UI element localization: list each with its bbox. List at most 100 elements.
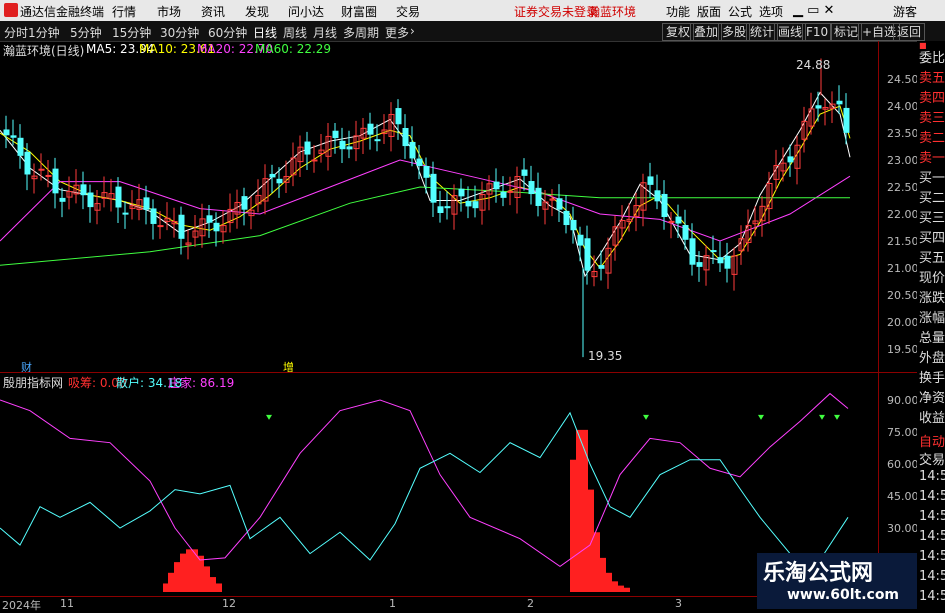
quote-row[interactable]: 涨跌 xyxy=(919,287,945,306)
kline-pane[interactable]: 瀚蓝环境(日线) MA5: 23.94 MA10: 23.61 MA20: 22… xyxy=(0,41,919,374)
guest-label[interactable]: 游客 xyxy=(893,3,917,20)
signal-marker xyxy=(834,414,840,420)
candle-body xyxy=(17,137,24,156)
period-5min[interactable]: 5分钟 xyxy=(70,24,102,41)
candle-body xyxy=(409,141,416,159)
tool-back[interactable]: 返回 xyxy=(893,23,926,41)
period-tick[interactable]: 分时 xyxy=(4,24,28,41)
candle-body xyxy=(346,146,353,150)
quote-row[interactable]: 卖一 xyxy=(919,147,945,166)
candle-body xyxy=(472,201,479,209)
candle-body xyxy=(521,169,528,176)
indicator-tick: 30.00 xyxy=(887,522,919,535)
menu-wealth[interactable]: 财富圈 xyxy=(341,3,377,20)
candle-body xyxy=(276,178,283,184)
period-weekly[interactable]: 周线 xyxy=(283,24,307,41)
candle-body xyxy=(150,208,157,224)
quote-row[interactable]: 委比 xyxy=(919,47,945,66)
candle-body xyxy=(661,193,668,218)
candle-body xyxy=(87,192,94,208)
menu-options[interactable]: 选项 xyxy=(759,3,783,20)
quote-row[interactable]: 净资 xyxy=(919,387,945,406)
quote-row[interactable]: 涨幅 xyxy=(919,307,945,326)
quote-row[interactable]: 卖二 xyxy=(919,127,945,146)
chevron-down-icon[interactable]: › xyxy=(410,24,415,38)
menu-hq[interactable]: 行情 xyxy=(112,3,136,20)
accumulate-bar xyxy=(180,553,186,592)
quote-row[interactable]: 卖四 xyxy=(919,87,945,106)
accumulate-bar xyxy=(576,429,582,592)
period-30min[interactable]: 30分钟 xyxy=(160,24,199,41)
price-tick: 19.50 xyxy=(887,343,919,356)
candle-body xyxy=(122,212,129,215)
candle-body xyxy=(815,105,822,109)
indicator-tick: 90.00 xyxy=(887,394,919,407)
quote-row[interactable]: 买五 xyxy=(919,247,945,266)
candle-body xyxy=(654,190,661,202)
indicator-tick: 75.00 xyxy=(887,426,919,439)
menu-market[interactable]: 市场 xyxy=(157,3,181,20)
price-tick: 24.50 xyxy=(887,73,919,86)
quote-row[interactable]: 买四 xyxy=(919,227,945,246)
menu-formula[interactable]: 公式 xyxy=(728,3,752,20)
candle-body xyxy=(556,198,563,210)
accumulate-bar xyxy=(174,562,180,592)
menu-discover[interactable]: 发现 xyxy=(245,3,269,20)
indicator-tick: 45.00 xyxy=(887,490,919,503)
quote-row[interactable]: 换手 xyxy=(919,367,945,386)
quote-row[interactable]: 现价 xyxy=(919,267,945,286)
candle-body xyxy=(24,151,31,175)
period-toolbar: 分时 1分钟 5分钟 15分钟 30分钟 60分钟 日线 周线 月线 多周期 更… xyxy=(0,21,945,42)
accumulate-bar xyxy=(186,549,192,592)
quote-row[interactable]: 卖三 xyxy=(919,107,945,126)
window-controls[interactable]: ▁ ▭ ✕ xyxy=(793,3,834,18)
accumulate-bar xyxy=(168,572,174,592)
period-60min[interactable]: 60分钟 xyxy=(208,24,247,41)
tick-time: 14:56 xyxy=(919,589,945,604)
period-15min[interactable]: 15分钟 xyxy=(112,24,151,41)
accumulate-bar xyxy=(624,587,630,592)
candle-body xyxy=(157,225,164,228)
indicator-chart xyxy=(0,392,849,592)
date-axis: 2024年 11 12 1 2 3 xyxy=(0,596,878,612)
indicator-pane[interactable]: 殷朋指标网 吸筹: 0.00 散户: 34.18 庄家: 86.19 90.00… xyxy=(0,373,919,595)
candle-body xyxy=(535,187,542,206)
candle-body xyxy=(717,257,724,264)
signal-marker xyxy=(266,414,272,420)
menu-function[interactable]: 功能 xyxy=(666,3,690,20)
menu-news[interactable]: 资讯 xyxy=(201,3,225,20)
auto-trade-tab[interactable]: 自动 xyxy=(919,431,945,450)
period-daily[interactable]: 日线 xyxy=(253,24,277,41)
quote-row[interactable]: 外盘 xyxy=(919,347,945,366)
candle-body xyxy=(528,181,535,195)
quote-row[interactable]: 收益 xyxy=(919,407,945,426)
period-1min[interactable]: 1分钟 xyxy=(28,24,60,41)
menu-layout[interactable]: 版面 xyxy=(697,3,721,20)
candle-body xyxy=(465,200,472,207)
candle-body xyxy=(563,210,570,226)
stock-notice: 瀚蓝环境 xyxy=(588,5,637,19)
date-label: 2 xyxy=(527,597,534,610)
period-multi[interactable]: 多周期 xyxy=(343,24,379,41)
period-monthly[interactable]: 月线 xyxy=(313,24,337,41)
price-tick: 23.00 xyxy=(887,154,919,167)
quote-row[interactable]: 买三 xyxy=(919,207,945,226)
dealer-line xyxy=(0,392,849,568)
quote-row[interactable]: 总量 xyxy=(919,327,945,346)
date-label: 11 xyxy=(60,597,74,610)
candle-body xyxy=(115,186,122,208)
tool-f10[interactable]: F10 xyxy=(802,23,833,41)
quote-row[interactable]: 买一 xyxy=(919,167,945,186)
period-more[interactable]: 更多 xyxy=(385,24,409,41)
menu-trade[interactable]: 交易 xyxy=(396,3,420,20)
trade-tab[interactable]: 交易 xyxy=(919,449,945,468)
ma60-line xyxy=(0,186,850,266)
login-notice[interactable]: 证券交易未登录 xyxy=(514,3,598,20)
quote-row[interactable]: 卖五 xyxy=(919,67,945,86)
quote-row[interactable]: 买二 xyxy=(919,187,945,206)
menu-xiaoda[interactable]: 问小达 xyxy=(288,3,324,20)
accumulate-bar xyxy=(612,581,618,592)
candle-body xyxy=(416,158,423,167)
watermark-title: 乐淘公式网 xyxy=(763,561,874,586)
candle-body xyxy=(374,139,381,142)
